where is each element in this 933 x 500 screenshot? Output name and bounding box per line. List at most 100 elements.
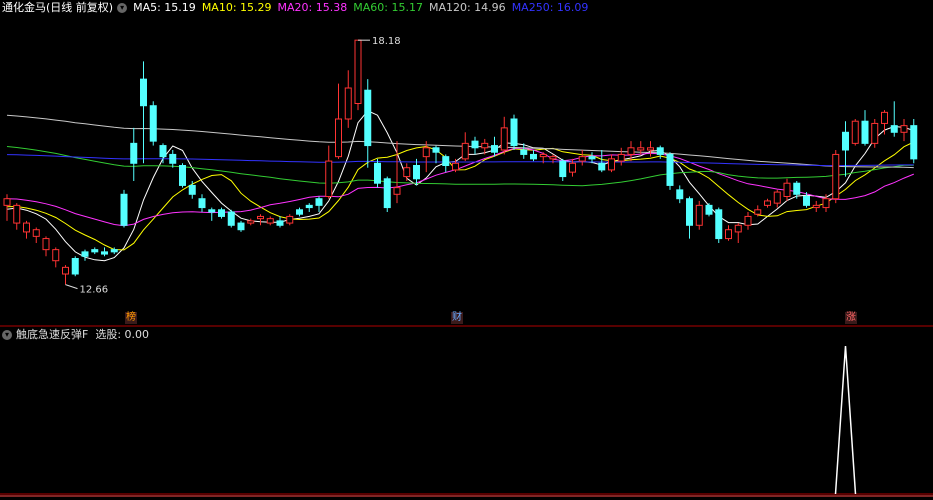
candle[interactable] [393,141,401,204]
candle[interactable] [422,141,430,173]
price-chart[interactable]: 18.18 12.66 [0,0,933,500]
candle[interactable] [403,163,411,181]
candle[interactable] [159,143,167,164]
candle[interactable] [257,214,264,226]
candle[interactable] [149,101,157,146]
candle[interactable] [13,203,21,230]
candle[interactable] [871,119,879,148]
candle[interactable] [247,218,255,226]
candle[interactable] [130,127,138,181]
candle[interactable] [851,119,859,146]
candle[interactable] [432,145,440,164]
candle[interactable] [227,209,235,228]
candle[interactable] [910,119,918,164]
candle[interactable] [530,150,537,162]
candle[interactable] [354,39,362,111]
chevron-down-icon[interactable]: ▾ [117,3,128,13]
tag-zhang[interactable]: 涨 [845,312,857,324]
candle[interactable] [725,225,732,241]
candle[interactable] [325,145,333,199]
candle[interactable] [598,150,606,173]
candle[interactable] [734,223,742,243]
candle[interactable] [861,110,869,146]
candle[interactable] [315,196,323,213]
candle[interactable] [461,132,469,162]
candle-body [578,156,586,162]
candle-body [257,215,264,220]
candle[interactable] [773,189,781,208]
candle[interactable] [608,154,615,173]
candle[interactable] [647,141,654,157]
candle[interactable] [764,198,771,208]
candle[interactable] [471,136,479,155]
candle-body [559,160,567,178]
tag-bang[interactable]: 榜 [125,312,137,324]
candle[interactable] [23,220,30,239]
candle[interactable] [559,158,567,181]
chevron-down-icon[interactable]: ▾ [2,330,12,340]
candle[interactable] [208,207,216,221]
candle-body [335,118,342,158]
candle-body [481,142,489,149]
candle[interactable] [276,216,284,228]
candle[interactable] [442,154,450,173]
candle-body [637,147,645,151]
candle[interactable] [198,194,206,212]
candle[interactable] [32,227,40,244]
candle[interactable] [91,247,99,255]
candle-body [822,198,830,209]
candle[interactable] [3,194,11,221]
candle[interactable] [452,158,459,173]
candle[interactable] [676,185,684,204]
candle-body [510,118,518,147]
candle[interactable] [510,114,518,150]
candle[interactable] [374,158,381,188]
candle[interactable] [812,200,820,212]
candle[interactable] [218,207,225,219]
stock-title: 通化金马(日线 前复权) [2,1,114,14]
candle[interactable] [500,116,508,155]
candle-body [23,222,30,233]
candle-body [422,147,430,158]
candle-body [91,249,99,253]
candle[interactable] [169,150,177,168]
candle-body [764,200,771,206]
candle[interactable] [695,200,703,230]
candle[interactable] [783,178,791,201]
candle[interactable] [617,147,625,166]
candle[interactable] [286,214,294,226]
candle[interactable] [842,121,849,177]
candle[interactable] [305,203,313,212]
candle[interactable] [296,207,303,217]
candle[interactable] [890,101,898,137]
candle[interactable] [42,236,50,257]
candle[interactable] [705,203,713,217]
candle[interactable] [179,163,186,188]
candle[interactable] [881,110,888,135]
candle[interactable] [237,220,245,232]
candle-body [344,87,352,120]
candle[interactable] [52,247,60,268]
candle[interactable] [335,83,342,159]
candle[interactable] [62,265,69,285]
candle[interactable] [715,207,723,243]
candle[interactable] [101,247,108,257]
candle[interactable] [900,119,908,142]
candle[interactable] [491,136,498,157]
candle[interactable] [686,196,693,239]
candle[interactable] [832,150,840,204]
candle[interactable] [120,189,128,228]
candle-body [325,160,333,197]
candle[interactable] [413,158,420,186]
candle[interactable] [364,79,372,168]
candle[interactable] [344,70,352,128]
tag-cai[interactable]: 财 [451,312,463,324]
candle[interactable] [140,61,147,164]
candle[interactable] [666,152,674,190]
candle[interactable] [81,249,89,261]
candle[interactable] [578,150,586,166]
candle[interactable] [383,176,391,212]
candle[interactable] [744,212,752,230]
candle[interactable] [71,256,79,277]
candle[interactable] [266,216,274,226]
